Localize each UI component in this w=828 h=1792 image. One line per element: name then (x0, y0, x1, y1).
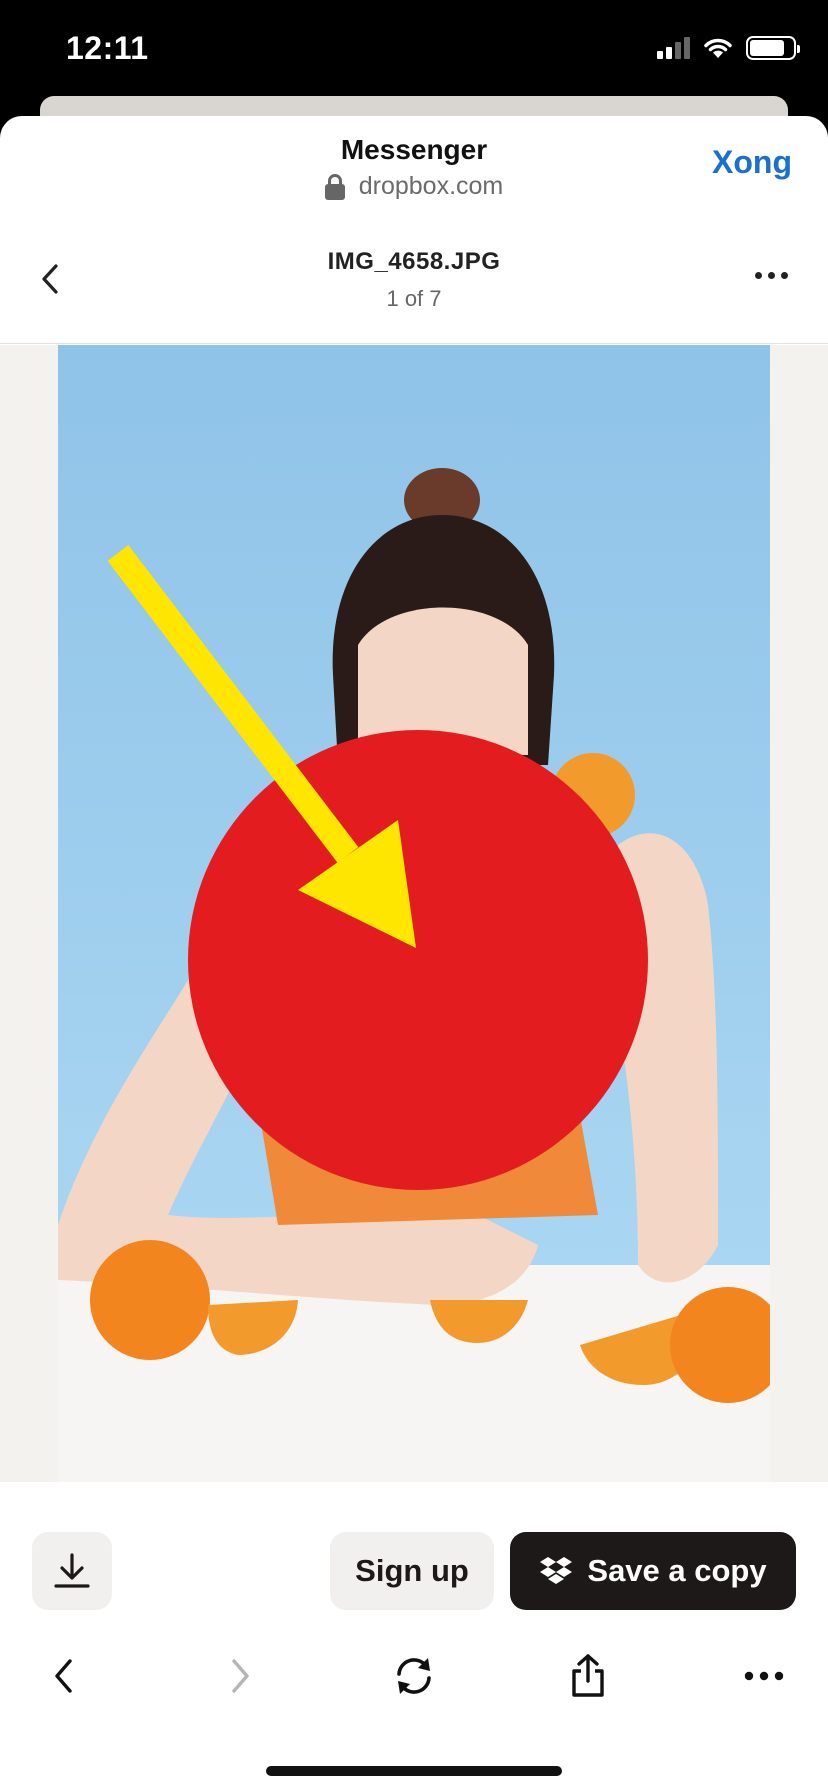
battery-icon (746, 36, 800, 60)
url-text: dropbox.com (358, 172, 504, 200)
sheet-url: dropbox.com (0, 172, 828, 201)
browser-sheet: Messenger dropbox.com Xong IMG_4658.JPG … (0, 116, 828, 1792)
status-icons (657, 36, 800, 60)
wifi-icon (704, 38, 732, 58)
chevron-left-icon (55, 1659, 72, 1693)
done-button[interactable]: Xong (712, 144, 792, 181)
sign-up-button[interactable]: Sign up (330, 1532, 494, 1610)
reload-button[interactable] (384, 1650, 444, 1702)
cellular-signal-icon (657, 37, 690, 59)
chevron-right-icon (232, 1659, 249, 1693)
save-a-copy-button[interactable]: Save a copy (510, 1532, 796, 1610)
file-header: IMG_4658.JPG 1 of 7 (0, 216, 828, 344)
home-indicator (266, 1766, 562, 1776)
browser-forward-button[interactable] (210, 1650, 270, 1702)
more-horizontal-icon (744, 1671, 784, 1681)
share-button[interactable] (558, 1650, 618, 1702)
dropbox-logo-icon (540, 1557, 573, 1584)
more-options-icon[interactable] (755, 272, 788, 279)
share-icon (572, 1654, 604, 1697)
browser-back-button[interactable] (34, 1650, 94, 1702)
status-bar: 12:11 (0, 0, 828, 100)
photo-preview[interactable] (58, 345, 770, 1482)
photo-image (58, 345, 770, 1482)
sheet-header: Messenger dropbox.com Xong (0, 116, 828, 216)
file-name: IMG_4658.JPG (327, 248, 501, 275)
status-time: 12:11 (66, 30, 149, 66)
save-a-copy-label: Save a copy (587, 1553, 767, 1588)
browser-more-button[interactable] (734, 1650, 794, 1702)
download-button[interactable] (32, 1532, 112, 1610)
sheet-title: Messenger (340, 134, 488, 165)
download-icon (54, 1553, 90, 1588)
lock-icon (324, 173, 345, 200)
preview-area (0, 345, 828, 1482)
file-counter: 1 of 7 (386, 286, 442, 311)
action-bar: Sign up Save a copy (0, 1482, 828, 1622)
reload-icon (397, 1658, 431, 1694)
